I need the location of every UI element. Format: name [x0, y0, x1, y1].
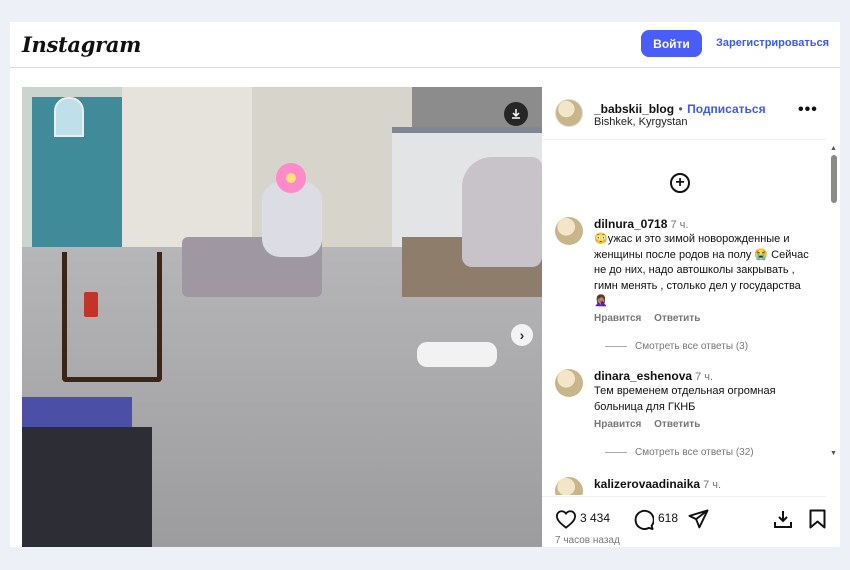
like-comment-button[interactable]: Нравится: [594, 419, 641, 430]
save-download-icon[interactable]: [773, 509, 793, 534]
send-icon[interactable]: [688, 509, 709, 534]
post-panel: _babskii_blog • Подписаться Bishkek, Kyr…: [542, 87, 840, 547]
heart-icon[interactable]: [555, 509, 577, 534]
replies-divider: [605, 451, 627, 453]
comments-count[interactable]: 618: [658, 511, 678, 525]
commenter-username[interactable]: dilnura_0718: [594, 217, 667, 231]
comment-head: dinara_eshenova 7 ч.: [594, 369, 816, 383]
photo-slippers: [417, 342, 497, 367]
post-time-ago: 7 часов назад: [555, 535, 620, 546]
photo-bottle: [84, 292, 98, 317]
more-options-icon[interactable]: •••: [798, 101, 818, 119]
instagram-logo[interactable]: Instagram: [22, 32, 141, 57]
author-username[interactable]: _babskii_blog: [594, 102, 674, 116]
comment-actions: Нравится Ответить: [594, 419, 700, 430]
comments-section[interactable]: + dilnura_0718 7 ч. 😳ужас и это зимой но…: [542, 141, 840, 495]
scroll-up-icon[interactable]: ▲: [830, 145, 837, 152]
photo-person-right: [462, 157, 542, 267]
scroll-thumb[interactable]: [831, 155, 837, 203]
view-replies-label[interactable]: Смотреть все ответы (3): [635, 341, 748, 352]
comment-time: 7 ч.: [695, 371, 714, 383]
view-replies-link[interactable]: Смотреть все ответы (32): [605, 447, 754, 458]
view-replies-link[interactable]: Смотреть все ответы (3): [605, 341, 748, 352]
photo-door-window: [54, 97, 84, 137]
comment-text: Тем временем отдельная огромная больница…: [594, 385, 776, 413]
flower-sticker: [276, 163, 306, 193]
comment-head: kalizerovaadinaika 7 ч.: [594, 477, 816, 491]
follow-button[interactable]: Подписаться: [687, 102, 765, 116]
instagram-page: Instagram Войти Зарегистрироваться › _ba…: [10, 22, 840, 547]
replies-divider: [605, 345, 627, 347]
separator-dot: •: [678, 102, 683, 116]
comment-time: 7 ч.: [703, 479, 722, 491]
chevron-right-icon[interactable]: ›: [511, 324, 533, 346]
post-actions-bar: 3 434 618 7 часов назад: [542, 496, 826, 547]
reply-button[interactable]: Ответить: [654, 419, 700, 430]
comment-body: kalizerovaadinaika 7 ч.: [594, 477, 816, 491]
comment-actions: Нравится Ответить: [594, 313, 700, 324]
post-location[interactable]: Bishkek, Kyrgystan: [594, 116, 688, 128]
commenter-avatar[interactable]: [555, 217, 583, 245]
likes-count[interactable]: 3 434: [580, 511, 610, 525]
comment-text: 😳ужас и это зимой новорожденные и женщин…: [594, 233, 809, 307]
plus-circle-icon[interactable]: +: [670, 173, 690, 193]
comment-body: dilnura_0718 7 ч. 😳ужас и это зимой ново…: [594, 217, 816, 310]
commenter-avatar[interactable]: [555, 477, 583, 495]
comments-scrollbar[interactable]: ▲ ▼: [830, 145, 837, 459]
photo-basket: [22, 427, 152, 547]
post-photo[interactable]: ›: [22, 87, 542, 547]
signup-link[interactable]: Зарегистрироваться: [716, 37, 829, 49]
commenter-avatar[interactable]: [555, 369, 583, 397]
author-avatar[interactable]: [555, 99, 583, 127]
top-bar: Instagram Войти Зарегистрироваться: [10, 22, 840, 68]
comment-time: 7 ч.: [670, 219, 689, 231]
like-comment-button[interactable]: Нравится: [594, 313, 641, 324]
login-button[interactable]: Войти: [641, 30, 702, 57]
bookmark-icon[interactable]: [809, 509, 826, 534]
commenter-username[interactable]: dinara_eshenova: [594, 369, 692, 383]
comment-body: dinara_eshenova 7 ч. Тем временем отдель…: [594, 369, 816, 415]
photo-person-middle: [262, 182, 322, 257]
photo-chair: [62, 252, 162, 382]
download-icon[interactable]: [504, 102, 528, 126]
reply-button[interactable]: Ответить: [654, 313, 700, 324]
comment-icon[interactable]: [633, 509, 655, 535]
view-replies-label[interactable]: Смотреть все ответы (32): [635, 447, 754, 458]
scroll-down-icon[interactable]: ▼: [830, 450, 837, 457]
commenter-username[interactable]: kalizerovaadinaika: [594, 477, 700, 491]
comment-head: dilnura_0718 7 ч.: [594, 217, 816, 231]
post-header: _babskii_blog • Подписаться Bishkek, Kyr…: [542, 87, 826, 140]
